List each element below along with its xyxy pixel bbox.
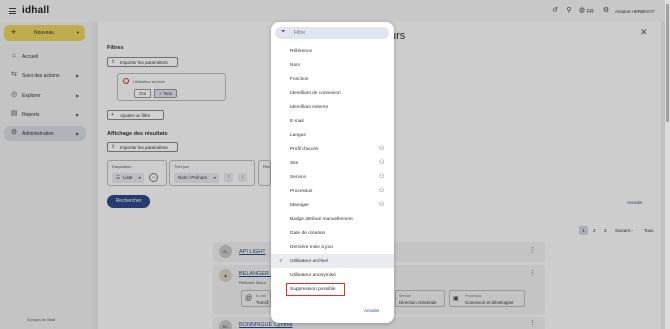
dropdown-option-label: Manager [290,202,309,208]
group-users-icon: ⚇ [379,188,385,194]
dropdown-option[interactable]: Utilisateur anonymisé [271,268,394,282]
dropdown-cancel-button[interactable]: Annuler [364,308,380,313]
dropdown-option-label: Fonction [290,76,309,82]
filter-icon: ⏷ [281,29,286,35]
dropdown-option-label: Langue [290,132,307,138]
dropdown-option-label: Identifiant de connexion [290,90,341,96]
dropdown-option[interactable]: Badge attribué manuellement [271,212,394,226]
dropdown-option-label: Badge attribué manuellement [290,216,353,222]
dropdown-option[interactable]: Processus ⚇ [271,184,394,198]
dropdown-option[interactable]: Date de création [271,226,394,240]
group-users-icon: ⚇ [379,202,385,208]
dropdown-option[interactable]: Référence [271,44,394,58]
dropdown-option-label: Dernière mise à jour [290,244,334,250]
dropdown-option[interactable]: Fonction [271,72,394,86]
check-icon: ✓ [279,258,284,264]
scrollbar-thumb[interactable] [666,4,669,122]
dropdown-option-label: Utilisateur anonymisé [290,272,336,278]
dropdown-option[interactable]: Manager ⚇ [271,198,394,212]
dropdown-option[interactable]: Site ⚇ [271,156,394,170]
dropdown-option-label: Processus [290,188,313,194]
group-users-icon: ⚇ [379,174,385,180]
filter-search-input[interactable]: ⏷ Filtre [275,27,389,39]
dropdown-option[interactable]: Profil d'accès ⚇ [271,142,394,156]
dropdown-option-label: Identifiant externe [290,104,329,110]
group-users-icon: ⚇ [379,160,385,166]
dropdown-option[interactable]: E-mail [271,114,394,128]
dropdown-option[interactable]: Suppression possible [271,282,394,296]
group-users-icon: ⚇ [379,146,385,152]
dropdown-option-label: Date de création [290,230,326,236]
scrollbar[interactable] [665,0,670,329]
dropdown-option-label: E-mail [290,118,304,124]
dropdown-option[interactable]: Identifiant externe [271,100,394,114]
filter-field-dropdown: ⏷ Filtre Référence Nom Fonction Identifiant… [271,22,394,323]
dropdown-option-label: Référence [290,48,313,54]
dropdown-option-label: Service [290,174,306,180]
dropdown-option-label: Nom [290,62,301,68]
dropdown-option[interactable]: Service ⚇ [271,170,394,184]
dropdown-option[interactable]: Langue [271,128,394,142]
dropdown-option[interactable]: Dernière mise à jour [271,240,394,254]
dropdown-option-label: Profil d'accès [290,146,319,152]
dropdown-option[interactable]: Nom [271,58,394,72]
dropdown-option-label: Utilisateur archivé [290,258,329,264]
dropdown-option[interactable]: Identifiant de connexion [271,86,394,100]
dropdown-option-label: Suppression possible [290,286,336,292]
dropdown-option-label: Site [290,160,299,166]
dropdown-option[interactable]: ✓ Utilisateur archivé [271,254,394,268]
